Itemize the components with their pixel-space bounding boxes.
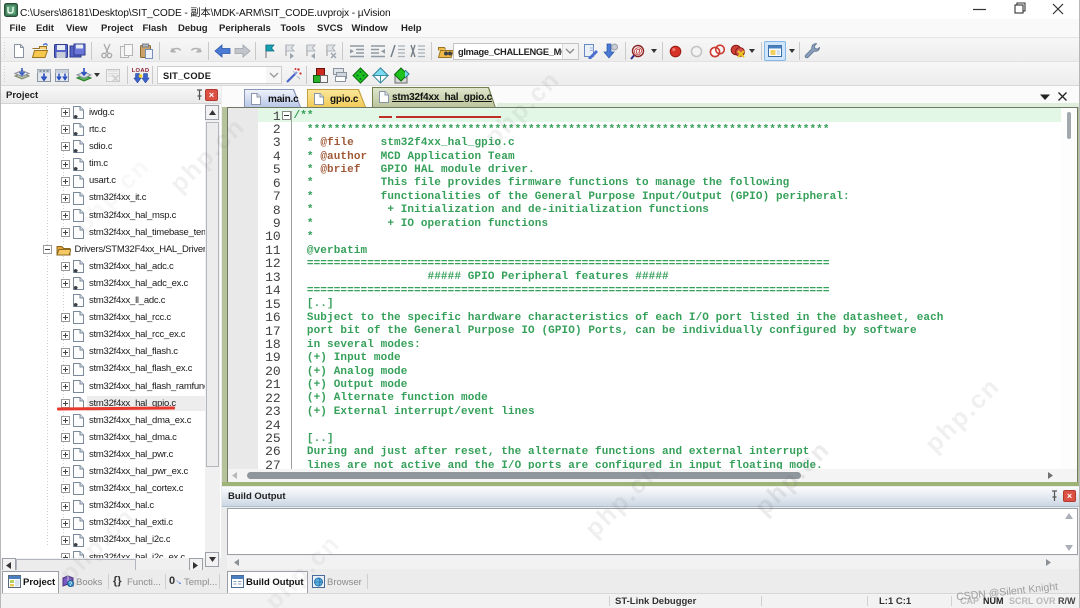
svg-text:LOAD: LOAD — [132, 68, 150, 74]
svg-text:@: @ — [634, 46, 643, 56]
